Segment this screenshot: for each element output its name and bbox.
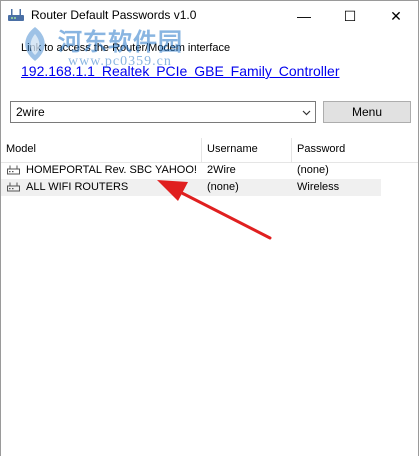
table-row[interactable]: ALL WIFI ROUTERS (none) Wireless [1, 179, 381, 196]
column-header-model[interactable]: Model [1, 138, 202, 162]
cell-model: HOMEPORTAL Rev. SBC YAHOO!... [26, 164, 198, 176]
column-header-password[interactable]: Password [292, 138, 382, 162]
router-icon [7, 165, 20, 175]
cell-model: ALL WIFI ROUTERS [26, 181, 129, 193]
brand-dropdown-value: 2wire [16, 105, 45, 119]
app-window: Router Default Passwords v1.0 — ☐ ✕ Link… [0, 0, 419, 456]
window-title: Router Default Passwords v1.0 [31, 8, 197, 22]
router-icon [7, 182, 20, 192]
cell-password: (none) [297, 164, 329, 176]
column-header-username[interactable]: Username [202, 138, 292, 162]
close-button[interactable]: ✕ [373, 1, 419, 31]
cell-password: Wireless [297, 181, 340, 193]
table-row[interactable]: HOMEPORTAL Rev. SBC YAHOO!... 2Wire (non… [1, 162, 381, 179]
minimize-button[interactable]: — [281, 1, 327, 31]
link-caption: Link to access the Router/Modem interfac… [21, 42, 231, 54]
router-icon [8, 9, 24, 21]
list-header: Model Username Password [1, 138, 418, 163]
cell-username: 2Wire [207, 164, 236, 176]
maximize-button[interactable]: ☐ [327, 1, 373, 31]
brand-dropdown[interactable]: 2wire [10, 101, 316, 123]
router-link[interactable]: 192.168.1.1 Realtek PCIe GBE Family Cont… [21, 63, 339, 79]
cell-username: (none) [207, 181, 239, 193]
menu-button[interactable]: Menu [323, 101, 411, 123]
title-bar[interactable]: Router Default Passwords v1.0 — ☐ ✕ [1, 1, 418, 31]
password-list: Model Username Password HOMEPORTAL Rev. … [1, 138, 418, 456]
chevron-down-icon [302, 110, 311, 116]
